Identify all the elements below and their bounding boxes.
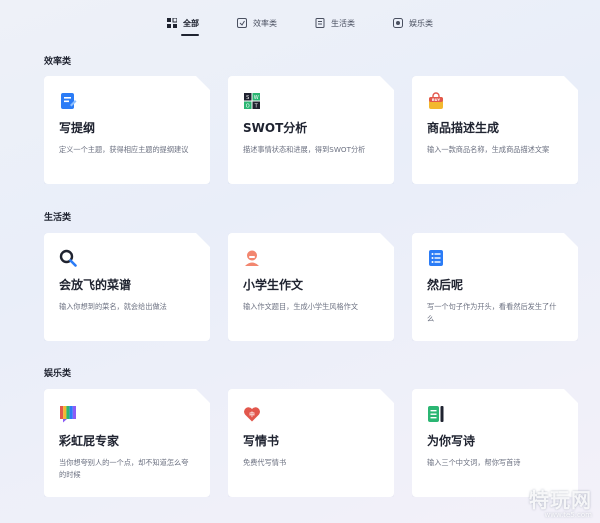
card-title: 写提纲 (59, 121, 96, 135)
card-poem[interactable]: 为你写诗 输入三个中文词，帮你写首诗 (412, 389, 578, 497)
card-outline[interactable]: 写提纲 定义一个主题，获得相应主题的提纲建议 (44, 76, 210, 184)
svg-text:中: 中 (249, 410, 255, 418)
card-desc: 输入三个中文词，帮你写首诗 (427, 458, 521, 467)
entertainment-icon (393, 18, 403, 28)
card-recipe[interactable]: 会放飞的菜谱 输入你想到的菜名，就会给出做法 (44, 233, 210, 341)
card-title: 商品描述生成 (427, 121, 500, 135)
category-tabs: 全部 效率类 生活类 娱乐类 (0, 14, 600, 36)
card-desc: 当你想夸别人的一个点，却不知道怎么夸的时候 (59, 458, 189, 479)
tab-efficiency[interactable]: 效率类 (237, 14, 277, 32)
card-title: 小学生作文 (243, 278, 304, 292)
tab-all[interactable]: 全部 (167, 14, 199, 36)
card-desc: 免费代写情书 (243, 458, 287, 467)
card-product-desc[interactable]: BUY 商品描述生成 输入一款商品名称，生成商品描述文案 (412, 76, 578, 184)
card-student-essay[interactable]: 小学生作文 输入作文题目，生成小学生风格作文 (228, 233, 394, 341)
tab-life[interactable]: 生活类 (315, 14, 355, 32)
section-title-efficiency: 效率类 (44, 57, 72, 67)
card-swot[interactable]: S W O T SWOT分析 描述事情状态和进展，得到SWOT分析 (228, 76, 394, 184)
svg-text:O: O (246, 104, 250, 110)
life-icon (315, 18, 325, 28)
student-avatar-icon (243, 249, 261, 267)
svg-text:W: W (254, 95, 259, 101)
section-title-life: 生活类 (44, 213, 72, 223)
card-desc: 描述事情状态和进展，得到SWOT分析 (243, 145, 366, 154)
card-title: 写情书 (243, 434, 280, 448)
card-love-letter[interactable]: 中 写情书 免费代写情书 (228, 389, 394, 497)
card-title: 会放飞的菜谱 (59, 278, 132, 292)
tab-label: 娱乐类 (409, 18, 433, 28)
watermark-logo-text: 特玩网 (529, 488, 592, 512)
card-title: 为你写诗 (427, 434, 476, 448)
efficiency-icon (237, 18, 247, 28)
card-what-next[interactable]: 然后呢 写一个句子作为开头，看看然后发生了什么 (412, 233, 578, 341)
card-desc: 定义一个主题，获得相应主题的提纲建议 (59, 145, 189, 154)
card-title: SWOT分析 (243, 121, 308, 135)
card-desc: 输入作文题目，生成小学生风格作文 (243, 302, 359, 311)
rainbow-chat-icon (59, 405, 77, 423)
card-desc: 输入一款商品名称，生成商品描述文案 (427, 145, 550, 154)
swot-grid-icon: S W O T (243, 92, 261, 110)
svg-text:BUY: BUY (432, 98, 441, 102)
magnifier-icon (59, 249, 77, 267)
story-doc-icon (427, 249, 445, 267)
heart-icon: 中 (243, 405, 261, 423)
tab-label: 全部 (183, 18, 199, 28)
card-title: 然后呢 (427, 278, 464, 292)
card-rainbow-praise[interactable]: 彩虹屁专家 当你想夸别人的一个点，却不知道怎么夸的时候 (44, 389, 210, 497)
site-watermark: 特玩网 www.te5.com (529, 484, 592, 519)
grid-icon (167, 18, 177, 28)
tab-entertainment[interactable]: 娱乐类 (393, 14, 433, 32)
poem-doc-icon (427, 405, 445, 423)
card-desc: 输入你想到的菜名，就会给出做法 (59, 302, 167, 311)
tab-label: 效率类 (253, 18, 277, 28)
card-title: 彩虹屁专家 (59, 434, 120, 448)
card-desc: 写一个句子作为开头，看看然后发生了什么 (427, 302, 557, 323)
svg-text:S: S (246, 95, 249, 101)
outline-doc-icon (59, 92, 77, 110)
shopping-bag-icon: BUY (427, 92, 445, 110)
section-title-entertainment: 娱乐类 (44, 369, 72, 379)
tab-label: 生活类 (331, 18, 355, 28)
